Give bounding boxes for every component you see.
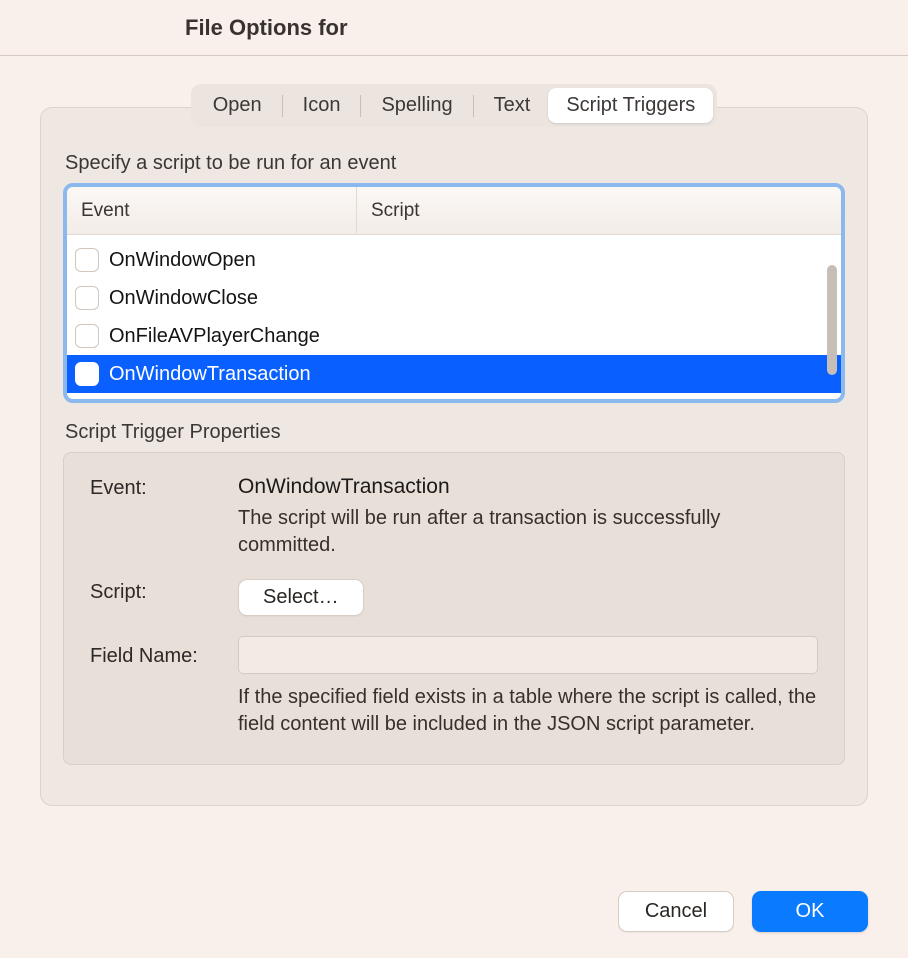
property-label-event: Event: [90,475,238,559]
tab-text[interactable]: Text [476,88,549,123]
dialog-window: File Options for Open Icon Spelling Text… [0,0,908,958]
column-header-script[interactable]: Script [357,200,841,222]
property-row-fieldname: Field Name: [90,636,818,674]
event-row-selected[interactable]: OnWindowTransaction [67,355,841,393]
tab-open[interactable]: Open [195,88,280,123]
list-header: Event Script [67,187,841,235]
column-header-event[interactable]: Event [67,187,357,234]
tab-script-triggers[interactable]: Script Triggers [548,88,713,123]
property-label-script: Script: [90,579,238,616]
tab-separator [282,95,283,117]
event-label: OnWindowClose [109,287,258,310]
scrollbar-thumb[interactable] [827,265,837,375]
property-event-name: OnWindowTransaction [238,475,818,499]
event-row[interactable]: OnWindowOpen [67,241,841,279]
tab-bar: Open Icon Spelling Text Script Triggers [191,84,718,127]
tab-separator [473,95,474,117]
instruction-text: Specify a script to be run for an event [65,152,845,175]
select-script-button[interactable]: Select… [238,579,364,616]
event-row[interactable]: OnWindowClose [67,279,841,317]
property-label-fieldname: Field Name: [90,643,238,668]
tab-separator [360,95,361,117]
property-event-desc: The script will be run after a transacti… [238,505,818,559]
properties-box: Event: OnWindowTransaction The script wi… [63,452,845,765]
event-row[interactable]: OnFileAVPlayerChange [67,317,841,355]
fieldname-description: If the specified field exists in a table… [238,684,818,738]
event-checkbox[interactable] [75,286,99,310]
panel: Specify a script to be run for an event … [40,107,868,806]
content-area: Open Icon Spelling Text Script Triggers … [0,56,908,806]
event-label: OnFileAVPlayerChange [109,325,320,348]
event-list[interactable]: Event Script OnWindowOpen OnWindowClose [63,183,845,403]
ok-button[interactable]: OK [752,891,868,932]
property-row-script: Script: Select… [90,579,818,616]
tab-icon[interactable]: Icon [285,88,359,123]
event-label: OnWindowTransaction [109,363,311,386]
event-label: OnWindowOpen [109,249,256,272]
cancel-button[interactable]: Cancel [618,891,734,932]
property-row-event: Event: OnWindowTransaction The script wi… [90,475,818,559]
footer-buttons: Cancel OK [618,891,868,932]
properties-section-label: Script Trigger Properties [65,421,845,444]
window-title: File Options for [185,15,348,41]
titlebar: File Options for [0,0,908,56]
event-checkbox[interactable] [75,248,99,272]
list-body[interactable]: OnWindowOpen OnWindowClose OnFileAVPlaye… [67,235,841,399]
event-checkbox[interactable] [75,362,99,386]
field-name-input[interactable] [238,636,818,674]
event-checkbox[interactable] [75,324,99,348]
property-row-fieldname-desc: If the specified field exists in a table… [90,684,818,738]
tab-spelling[interactable]: Spelling [363,88,470,123]
